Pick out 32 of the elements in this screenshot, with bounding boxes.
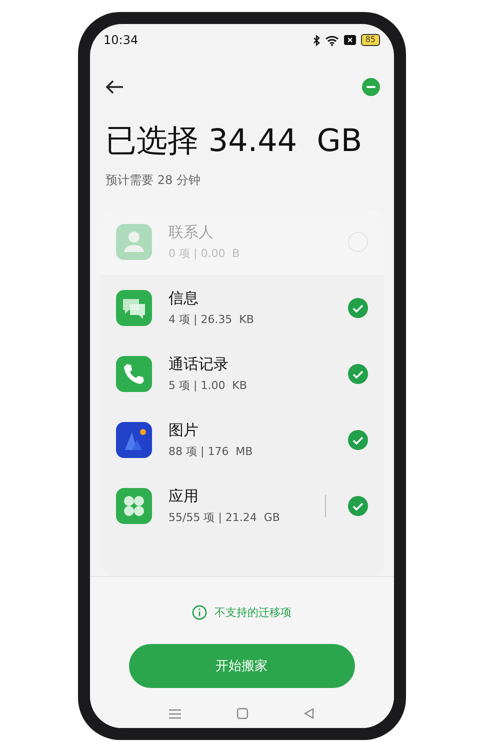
category-detail: 5 项 | 1.00 KB	[168, 378, 248, 393]
chat-bubbles-icon	[116, 290, 152, 326]
category-detail: 88 项 | 176 MB	[168, 444, 254, 459]
back-icon[interactable]	[304, 708, 314, 719]
category-name: 应用	[168, 487, 200, 506]
apps-icon	[116, 488, 152, 524]
selected-size-title: 已选择 34.44 GB	[104, 122, 364, 161]
estimated-time: 预计需要 28 分钟	[104, 172, 202, 189]
checkbox[interactable]	[348, 496, 368, 516]
info-icon	[192, 605, 206, 620]
menu-icon[interactable]	[169, 708, 182, 718]
category-detail: 55/55 项 | 21.24 GB	[168, 510, 281, 525]
person-icon	[116, 224, 152, 260]
home-icon[interactable]	[236, 708, 248, 719]
back-arrow-icon[interactable]	[106, 80, 124, 94]
category-name: 图片	[168, 421, 200, 440]
phone-icon	[116, 356, 152, 392]
checkbox[interactable]	[348, 364, 368, 384]
battery-level: 85	[361, 34, 380, 46]
checkbox[interactable]	[348, 430, 368, 450]
category-name: 通话记录	[168, 355, 230, 374]
wifi-icon	[325, 34, 340, 46]
category-name: 联系人	[168, 223, 214, 242]
sim-off-icon	[344, 35, 356, 45]
status-time: 10:34	[104, 33, 138, 47]
bluetooth-icon	[313, 34, 320, 46]
checkbox[interactable]	[348, 298, 368, 318]
category-detail: 0 项 | 0.00 B	[168, 246, 241, 261]
category-detail: 4 项 | 26.35 KB	[168, 312, 255, 327]
minus-circle-icon[interactable]	[362, 78, 380, 96]
gallery-icon	[116, 422, 152, 458]
category-name: 信息	[168, 289, 200, 308]
